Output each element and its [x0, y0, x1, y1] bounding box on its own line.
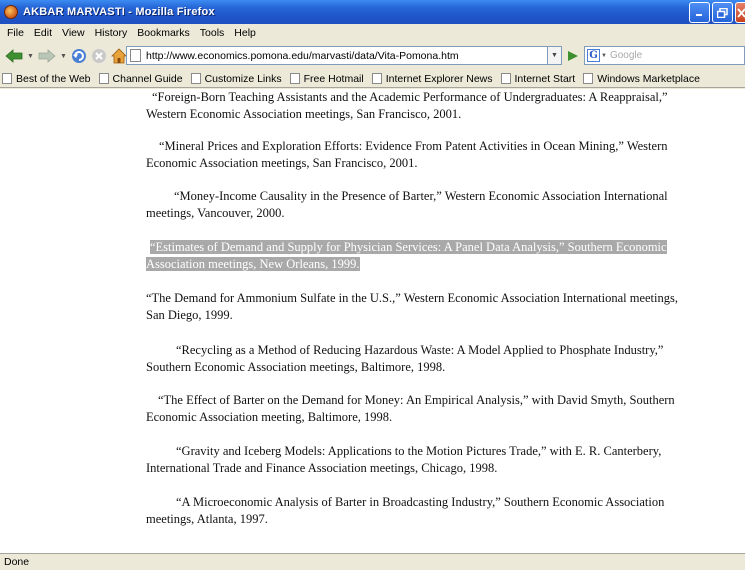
window-title: AKBAR MARVASTI - Mozilla Firefox [23, 6, 215, 18]
menu-bookmarks[interactable]: Bookmarks [132, 27, 195, 39]
citation-line: “Estimates of Demand and Supply for Phys… [150, 240, 667, 254]
title-bar[interactable]: AKBAR MARVASTI - Mozilla Firefox [0, 0, 745, 24]
window-controls [689, 2, 745, 23]
citation-line: Economic Association meeting, Baltimore,… [146, 410, 393, 424]
citation-line: Southern Economic Association meetings, … [146, 360, 446, 374]
minimize-icon [696, 14, 702, 16]
citation-line: “The Effect of Barter on the Demand for … [158, 393, 675, 407]
forward-dropdown-icon[interactable]: ▼ [60, 53, 67, 60]
bookmark-label: Customize Links [204, 72, 282, 85]
bookmark-page-icon [98, 73, 109, 84]
citation-line: “A Microeconomic Analysis of Barter in B… [176, 495, 665, 509]
forward-button[interactable] [37, 48, 57, 64]
bookmark-label: Channel Guide [112, 72, 183, 85]
citation-line: “Mineral Prices and Exploration Efforts:… [159, 139, 668, 153]
menu-view[interactable]: View [57, 27, 90, 39]
go-button[interactable] [566, 50, 580, 65]
bookmark-label: Internet Explorer News [385, 72, 493, 85]
citation-line: “Money-Income Causality in the Presence … [174, 189, 668, 203]
citation-line: “The Demand for Ammonium Sulfate in the … [146, 291, 678, 305]
reload-button[interactable] [70, 47, 88, 65]
page-content: “Foreign-Born Teaching Assistants and th… [0, 89, 745, 553]
menu-bar: File Edit View History Bookmarks Tools H… [0, 24, 745, 42]
citation-line: Economic Association meetings, San Franc… [146, 156, 418, 170]
search-engine-dropdown-icon[interactable]: ▼ [601, 53, 607, 59]
search-box[interactable]: G ▼ Google [584, 46, 745, 65]
citation-entry: “Mineral Prices and Exploration Efforts:… [146, 138, 738, 172]
forward-icon [38, 49, 56, 63]
status-bar: Done [0, 553, 745, 570]
stop-button[interactable] [90, 47, 108, 65]
bookmark-page-icon [371, 73, 382, 84]
bookmark-label: Internet Start [514, 72, 576, 85]
bookmark-page-icon [2, 73, 12, 84]
search-placeholder[interactable]: Google [610, 50, 642, 61]
citation-entry: “The Demand for Ammonium Sulfate in the … [146, 290, 738, 324]
bookmark-label: Free Hotmail [303, 72, 364, 85]
page-icon [130, 49, 141, 62]
citation-line: Association meetings, New Orleans, 1999. [146, 257, 360, 271]
bookmark-page-icon [190, 73, 201, 84]
citation-entry-selected: “Estimates of Demand and Supply for Phys… [146, 239, 738, 273]
go-icon [568, 51, 578, 61]
status-text: Done [4, 556, 30, 568]
citation-line: San Diego, 1999. [146, 308, 233, 322]
menu-tools[interactable]: Tools [195, 27, 230, 39]
url-dropdown-button[interactable]: ▼ [548, 46, 562, 65]
back-icon [5, 49, 23, 63]
close-button[interactable] [735, 2, 745, 23]
bookmark-page-icon [583, 73, 594, 84]
reload-icon [71, 49, 86, 63]
bookmarks-toolbar: Best of the Web Channel Guide Customize … [0, 70, 745, 88]
citation-line: “Foreign-Born Teaching Assistants and th… [152, 90, 668, 104]
firefox-icon [4, 5, 18, 19]
citation-line: meetings, Vancouver, 2000. [146, 206, 285, 220]
url-text[interactable]: http://www.economics.pomona.edu/marvasti… [146, 50, 459, 62]
bookmark-page-icon [289, 73, 300, 84]
citation-line: meetings, Atlanta, 1997. [146, 512, 268, 526]
bookmark-page-icon [500, 73, 511, 84]
bookmark-item[interactable]: Internet Start [500, 72, 576, 85]
citation-entry: “The Effect of Barter on the Demand for … [146, 392, 738, 426]
citation-line: Western Economic Association meetings, S… [146, 107, 462, 121]
citation-entry: “Gravity and Iceberg Models: Application… [146, 443, 738, 477]
url-bar[interactable]: http://www.economics.pomona.edu/marvasti… [126, 46, 548, 65]
bookmark-item[interactable]: Windows Marketplace [583, 73, 700, 85]
citation-entry: “Money-Income Causality in the Presence … [146, 188, 738, 222]
back-dropdown-icon[interactable]: ▼ [27, 53, 34, 60]
maximize-button[interactable] [712, 2, 733, 23]
google-icon[interactable]: G [587, 49, 600, 62]
back-button[interactable] [4, 48, 24, 64]
citation-entry: “Foreign-Born Teaching Assistants and th… [146, 89, 738, 123]
citation-line: International Trade and Finance Associat… [146, 461, 498, 475]
bookmark-item[interactable]: Internet Explorer News [371, 72, 493, 85]
citation-entry: “Recycling as a Method of Reducing Hazar… [146, 342, 738, 376]
citation-entry: “A Microeconomic Analysis of Barter in B… [146, 494, 738, 528]
bookmark-item[interactable]: Best of the Web [2, 73, 91, 85]
bookmark-item[interactable]: Channel Guide [98, 72, 183, 85]
close-icon [736, 7, 745, 18]
menu-history[interactable]: History [90, 27, 133, 39]
menu-help[interactable]: Help [229, 27, 261, 39]
menu-file[interactable]: File [2, 27, 29, 39]
bookmark-item[interactable]: Free Hotmail [289, 72, 364, 85]
stop-icon [91, 49, 106, 63]
navigation-toolbar: ▼ ▼ http://www.economics.pomona.edu/marv… [0, 42, 745, 70]
citation-line: “Recycling as a Method of Reducing Hazar… [176, 343, 664, 357]
menu-edit[interactable]: Edit [29, 27, 57, 39]
bookmark-label: Windows Marketplace [597, 72, 700, 85]
restore-icon [717, 7, 728, 18]
minimize-button[interactable] [689, 2, 710, 23]
bookmark-item[interactable]: Customize Links [190, 72, 282, 85]
bookmark-label: Best of the Web [16, 72, 91, 85]
citation-line: “Gravity and Iceberg Models: Application… [176, 444, 662, 458]
